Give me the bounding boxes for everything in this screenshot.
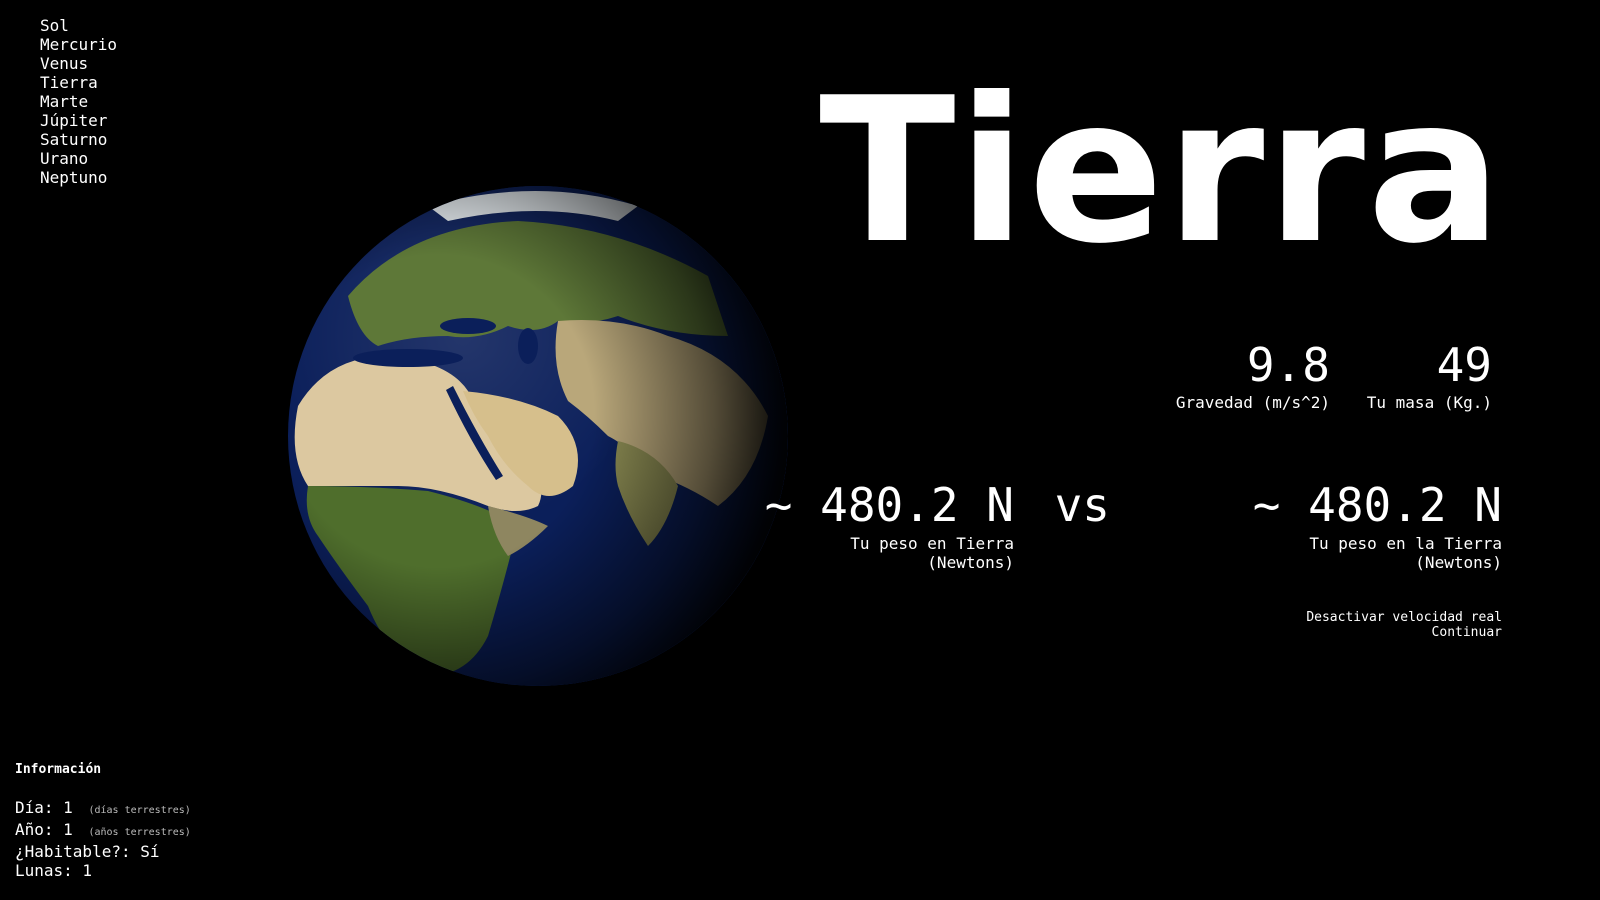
mass-label: Tu masa (Kg.) [1366, 393, 1492, 412]
info-day-unit: (días terrestres) [88, 805, 191, 816]
gravity-stat: 9.8 Gravedad (m/s^2) [1176, 340, 1330, 412]
toggle-real-speed-link[interactable]: Desactivar velocidad real [1306, 610, 1502, 625]
nav-item-sol[interactable]: Sol [40, 16, 117, 35]
nav-item-tierra[interactable]: Tierra [40, 73, 117, 92]
weight-on-planet-label: Tu peso en Tierra (Newtons) [850, 534, 1014, 572]
info-year: Año: 1 (años terrestres) [15, 820, 191, 842]
continue-link[interactable]: Continuar [1306, 625, 1502, 640]
nav-item-jupiter[interactable]: Júpiter [40, 111, 117, 130]
nav-item-neptuno[interactable]: Neptuno [40, 168, 117, 187]
weight-on-earth-value: ~ 480.2 N [1252, 478, 1502, 532]
info-habitable: ¿Habitable?: Sí [15, 842, 160, 861]
nav-item-saturno[interactable]: Saturno [40, 130, 117, 149]
info-year-unit: (años terrestres) [88, 827, 191, 838]
action-links: Desactivar velocidad real Continuar [1306, 610, 1502, 640]
planet-title: Tierra [819, 55, 1504, 288]
weight-on-planet: ~ 480.2 N Tu peso en Tierra (Newtons) [765, 480, 1014, 572]
planet-nav: Sol Mercurio Venus Tierra Marte Júpiter … [40, 16, 117, 187]
earth-globe-image [288, 186, 788, 686]
gravity-value: 9.8 [1246, 338, 1330, 392]
nav-item-venus[interactable]: Venus [40, 54, 117, 73]
planet-globe[interactable] [288, 186, 788, 686]
weight-on-planet-value: ~ 480.2 N [764, 478, 1014, 532]
info-year-label: Año: [15, 820, 54, 839]
weight-on-earth-label: Tu peso en la Tierra (Newtons) [1309, 534, 1502, 572]
weight-on-earth: ~ 480.2 N Tu peso en la Tierra (Newtons) [1253, 480, 1502, 572]
info-panel: Información Día: 1 (días terrestres) Año… [15, 760, 191, 880]
info-moons: Lunas: 1 [15, 861, 93, 880]
gravity-label: Gravedad (m/s^2) [1175, 393, 1330, 412]
mass-value[interactable]: 49 [1367, 340, 1492, 390]
info-day-value: 1 [63, 798, 73, 817]
mass-stat[interactable]: 49 Tu masa (Kg.) [1367, 340, 1492, 412]
info-year-value: 1 [63, 820, 73, 839]
nav-item-marte[interactable]: Marte [40, 92, 117, 111]
info-title: Información [15, 762, 102, 777]
nav-item-mercurio[interactable]: Mercurio [40, 35, 117, 54]
info-day: Día: 1 (días terrestres) [15, 798, 191, 820]
vs-label: vs [1054, 478, 1110, 532]
info-day-label: Día: [15, 798, 54, 817]
nav-item-urano[interactable]: Urano [40, 149, 117, 168]
